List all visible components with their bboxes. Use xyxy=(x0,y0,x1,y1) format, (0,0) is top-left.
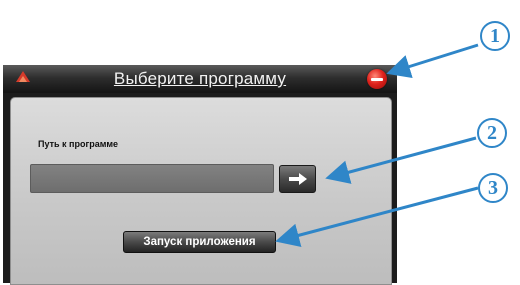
callout-3: 3 xyxy=(478,173,508,203)
callout-2: 2 xyxy=(477,118,507,148)
callout-arrow-1 xyxy=(386,43,479,79)
callout-arrow-2 xyxy=(325,136,477,184)
callout-arrow-3 xyxy=(275,186,479,248)
callout-arrows xyxy=(275,43,479,248)
callout-1: 1 xyxy=(480,21,510,51)
